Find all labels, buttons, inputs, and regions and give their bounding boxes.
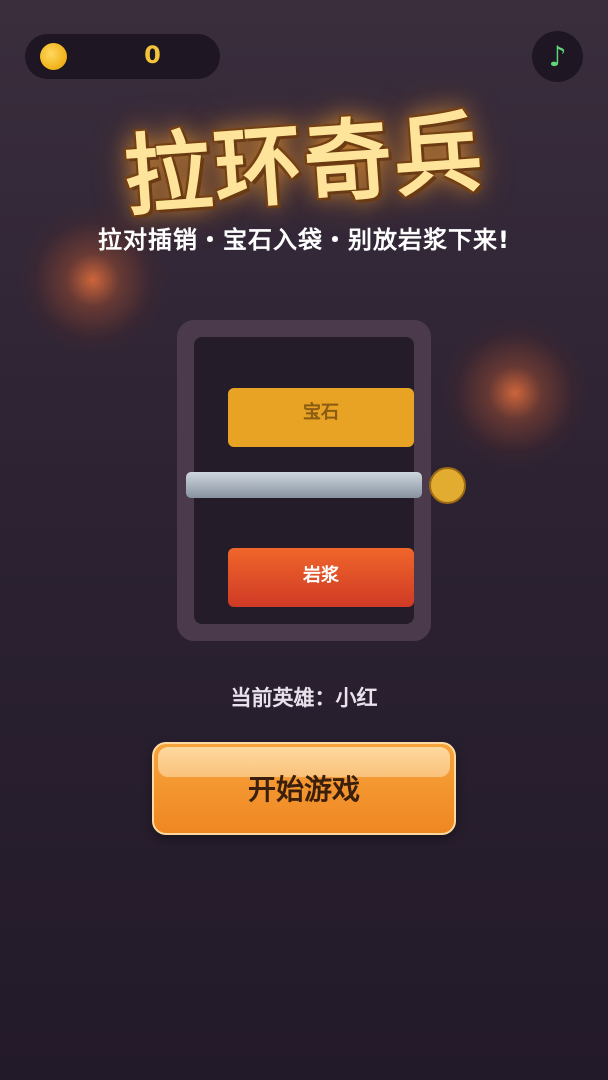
pin-ring-handle[interactable] bbox=[429, 467, 466, 504]
music-note-icon: ♪ bbox=[548, 40, 567, 73]
gold-coin-icon bbox=[40, 43, 67, 70]
coin-counter: 0 bbox=[25, 34, 220, 79]
pull-pin[interactable] bbox=[186, 472, 422, 498]
gem-block: 宝石 bbox=[228, 388, 414, 447]
current-hero-label: 当前英雄：小红 bbox=[230, 686, 378, 710]
game-title: 拉环奇兵 bbox=[120, 100, 488, 229]
lava-glow-right bbox=[440, 318, 590, 468]
coin-count: 0 bbox=[144, 41, 161, 69]
start-game-button[interactable]: 开始游戏 bbox=[152, 742, 456, 835]
game-subtitle: 拉对插销・宝石入袋・别放岩浆下来! bbox=[98, 226, 510, 254]
lava-block: 岩浆 bbox=[228, 548, 414, 607]
start-game-label: 开始游戏 bbox=[247, 773, 360, 806]
music-toggle-button[interactable]: ♪ bbox=[532, 31, 583, 82]
